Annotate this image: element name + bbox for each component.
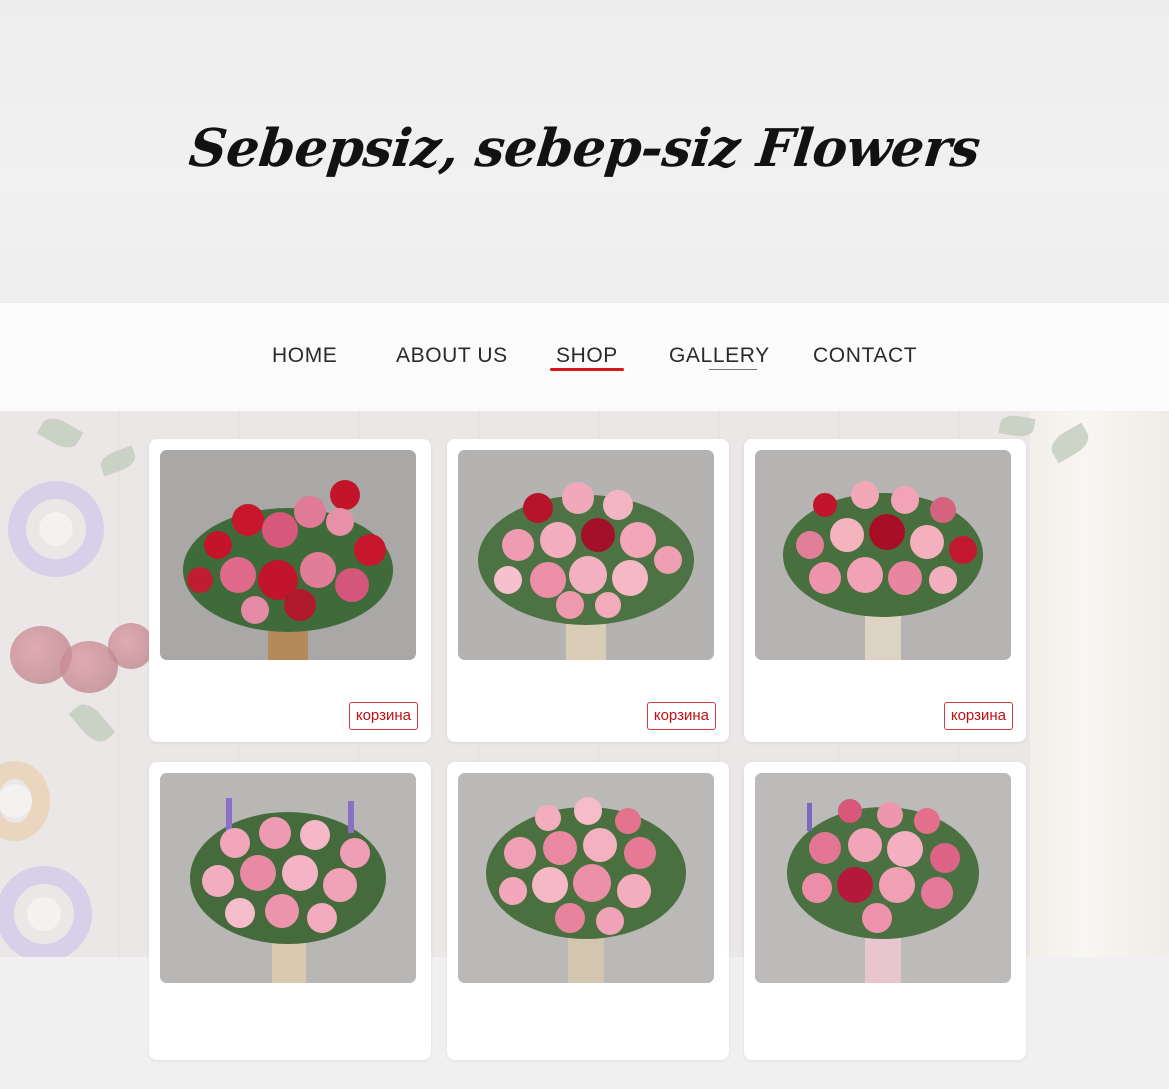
add-to-cart-button[interactable]: корзина (943, 702, 1013, 730)
add-to-cart-button[interactable]: корзина (348, 702, 418, 730)
nav-item-shop[interactable]: SHOP (550, 344, 624, 374)
bouquet-photo[interactable] (160, 450, 416, 660)
bouquet-photo[interactable] (160, 773, 416, 983)
product-card[interactable]: корзина (744, 439, 1026, 742)
product-card[interactable] (447, 762, 729, 1060)
product-card[interactable] (744, 762, 1026, 1060)
nav-item-contact[interactable]: CONTACT (813, 344, 917, 374)
bouquet-photo[interactable] (458, 773, 714, 983)
add-to-cart-button[interactable]: корзина (646, 702, 716, 730)
nav-item-about-us[interactable]: ABOUT US (396, 344, 508, 374)
site-title: Sebepsiz, sebep-siz Flowers (186, 118, 983, 179)
site-header: Sebepsiz, sebep-siz Flowers (0, 0, 1169, 303)
product-card[interactable]: корзина (447, 439, 729, 742)
bouquet-photo[interactable] (755, 773, 1011, 983)
product-card[interactable]: корзина (149, 439, 431, 742)
main-nav: HOME ABOUT US SHOP GALLERY CONTACT (0, 303, 1169, 411)
product-card[interactable] (149, 762, 431, 1060)
nav-item-home[interactable]: HOME (272, 344, 337, 374)
bouquet-photo[interactable] (458, 450, 714, 660)
bouquet-photo[interactable] (755, 450, 1011, 660)
nav-item-gallery[interactable]: GALLERY (669, 344, 770, 374)
